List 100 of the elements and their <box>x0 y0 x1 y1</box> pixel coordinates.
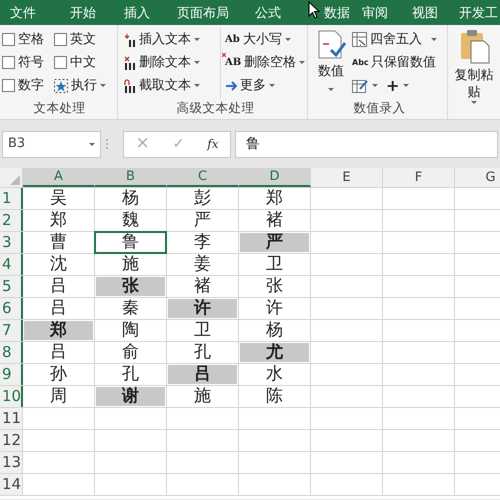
table-cell[interactable]: 谢 <box>96 387 165 406</box>
table-cell[interactable]: 卫 <box>168 321 237 340</box>
execute-button[interactable]: 执行 <box>54 74 106 97</box>
row-header[interactable]: 1 <box>0 188 23 209</box>
ribbon-button[interactable]: 更多 <box>225 74 306 97</box>
menu-tab[interactable]: 公式 <box>255 4 281 24</box>
formula-input[interactable]: 鲁 <box>235 130 498 158</box>
column-header[interactable]: C <box>167 168 239 187</box>
table-cell[interactable]: 卫 <box>240 255 309 274</box>
ribbon-button[interactable]: 删除文本 <box>124 51 220 74</box>
row-header[interactable]: 14 <box>0 474 23 495</box>
menu-tab[interactable]: 视图 <box>412 4 438 24</box>
table-cell[interactable]: 孔 <box>168 343 237 362</box>
column-header[interactable]: B <box>95 168 167 187</box>
table-cell[interactable]: 姜 <box>168 255 237 274</box>
table-cell[interactable]: 周 <box>24 387 93 406</box>
checkbox-label: 英文 <box>70 30 96 49</box>
row-header[interactable]: 6 <box>0 298 23 319</box>
table-cell[interactable]: 鲁 <box>96 233 165 252</box>
table-cell[interactable]: 彭 <box>168 189 237 208</box>
checkbox[interactable] <box>2 79 15 92</box>
table-cell[interactable]: 吴 <box>24 189 93 208</box>
insert-function-button[interactable]: fx <box>207 135 218 153</box>
table-cell[interactable]: 水 <box>240 365 309 384</box>
menu-tab[interactable]: 插入 <box>124 4 150 24</box>
table-cell[interactable]: 秦 <box>96 299 165 318</box>
checkbox[interactable] <box>54 33 67 46</box>
checkbox[interactable] <box>54 56 67 69</box>
table-cell[interactable]: 李 <box>168 233 237 252</box>
row-header[interactable]: 5 <box>0 276 23 297</box>
table-cell[interactable]: 张 <box>96 277 165 296</box>
mouse-cursor-icon <box>308 1 320 19</box>
row-header[interactable]: 4 <box>0 254 23 275</box>
row-header[interactable]: 13 <box>0 452 23 473</box>
table-cell[interactable]: 孙 <box>24 365 93 384</box>
row-header[interactable]: 8 <box>0 342 23 363</box>
column-header[interactable]: D <box>239 168 311 187</box>
row-header[interactable]: 10 <box>0 386 23 407</box>
table-cell[interactable]: 孔 <box>96 365 165 384</box>
ribbon-button[interactable]: 截取文本 <box>124 74 220 97</box>
numeric-button[interactable]: 数值 <box>312 28 350 99</box>
column-header[interactable]: G <box>455 168 500 187</box>
column-header[interactable]: F <box>383 168 455 187</box>
name-box[interactable]: B3 <box>2 130 101 158</box>
ribbon-button[interactable]: AB 删除空格 <box>225 51 306 74</box>
menu-tab[interactable]: 文件 <box>10 4 36 24</box>
row-header[interactable]: 11 <box>0 408 23 429</box>
group-label: 高级文本处理 <box>176 99 256 117</box>
table-cell[interactable]: 郑 <box>24 321 93 340</box>
row-header[interactable]: 2 <box>0 210 23 231</box>
delete-mark-icon <box>222 53 226 57</box>
table-cell[interactable]: 郑 <box>24 211 93 230</box>
copy-paste-button[interactable]: 复制粘贴 <box>454 28 494 119</box>
ribbon-button[interactable]: Ab 大小写 <box>225 28 306 51</box>
menu-tab[interactable]: 数据 <box>324 4 350 24</box>
table-cell[interactable]: 郑 <box>240 189 309 208</box>
menu-tab[interactable]: 审阅 <box>362 4 388 24</box>
plus-button[interactable]: + <box>386 74 410 97</box>
table-cell[interactable]: 褚 <box>240 211 309 230</box>
table-cell[interactable]: 魏 <box>96 211 165 230</box>
row-header[interactable]: 12 <box>0 430 23 451</box>
row-header[interactable]: 9 <box>0 364 23 385</box>
row-header[interactable]: 3 <box>0 232 23 253</box>
column-header[interactable]: A <box>23 168 95 187</box>
letters-icon: Abc <box>352 56 368 68</box>
column-header[interactable]: E <box>311 168 383 187</box>
menu-tab[interactable]: 页面布局 <box>177 4 229 24</box>
menu-tab[interactable]: 开始 <box>70 4 96 24</box>
table-cell[interactable]: 施 <box>168 387 237 406</box>
document-check-icon <box>316 30 346 59</box>
table-cell[interactable]: 施 <box>96 255 165 274</box>
checkbox-label: 数字 <box>18 76 44 95</box>
group-label: 文本处理 <box>32 99 86 117</box>
table-cell[interactable]: 吕 <box>24 277 93 296</box>
table-cell[interactable]: 褚 <box>168 277 237 296</box>
table-cell[interactable]: 曹 <box>24 233 93 252</box>
table-cell[interactable]: 许 <box>240 299 309 318</box>
table-cell[interactable]: 陶 <box>96 321 165 340</box>
table-cell[interactable]: 俞 <box>96 343 165 362</box>
ribbon-button[interactable]: 四舍五入 <box>352 28 437 51</box>
table-cell[interactable]: 吕 <box>24 299 93 318</box>
table-cell[interactable]: 吕 <box>168 365 237 384</box>
table-cell[interactable]: 严 <box>168 211 237 230</box>
table-cell[interactable]: 尤 <box>240 343 309 362</box>
table-cell[interactable]: 杨 <box>96 189 165 208</box>
table-cell[interactable]: 吕 <box>24 343 93 362</box>
table-cell[interactable]: 许 <box>168 299 237 318</box>
checkbox[interactable] <box>2 56 15 69</box>
table-cell[interactable]: 陈 <box>240 387 309 406</box>
table-cell[interactable]: 严 <box>240 233 309 252</box>
table-cell[interactable]: 张 <box>240 277 309 296</box>
table-cell[interactable]: 杨 <box>240 321 309 340</box>
select-all-icon <box>10 175 20 185</box>
star-icon <box>54 78 68 92</box>
ribbon-button[interactable]: 插入文本 <box>124 28 220 51</box>
checkbox-label: 符号 <box>18 54 44 72</box>
table-cell[interactable]: 沈 <box>24 255 93 274</box>
row-header[interactable]: 7 <box>0 320 23 341</box>
checkbox[interactable] <box>2 33 15 46</box>
menu-tab[interactable]: 开发工 <box>459 4 498 24</box>
